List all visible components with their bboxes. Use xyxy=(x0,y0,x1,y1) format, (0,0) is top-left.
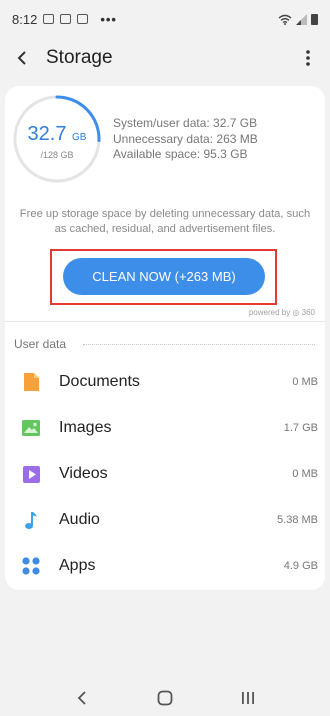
nav-back-button[interactable] xyxy=(67,683,97,713)
more-notifications-indicator: ••• xyxy=(100,11,117,27)
total-storage: /128 GB xyxy=(40,150,74,160)
nav-recents-button[interactable] xyxy=(233,683,263,713)
list-item-value: 4.9 GB xyxy=(283,560,318,572)
app-bar: Storage xyxy=(0,38,330,78)
list-item-value: 1.7 GB xyxy=(283,422,318,434)
used-storage: 32.7 GB xyxy=(13,123,101,146)
storage-card: 32.7 GB /128 GB System/user data: 32.7 G… xyxy=(5,86,325,590)
images-icon xyxy=(21,418,41,438)
mail-notification-icon xyxy=(77,14,89,24)
list-item-label: Apps xyxy=(59,557,96,574)
more-vertical-icon xyxy=(306,50,310,66)
status-bar: 8:12 ••• xyxy=(0,0,330,38)
status-right xyxy=(278,13,318,25)
image-notification-icon xyxy=(43,14,55,24)
user-data-header: User data xyxy=(14,337,67,351)
system-user-data: System/user data: 32.7 GB xyxy=(113,116,258,130)
signal-icon xyxy=(296,13,307,25)
list-item-documents[interactable]: Documents 0 MB xyxy=(5,359,325,405)
videos-icon xyxy=(21,464,41,484)
description-text: Free up storage space by deleting unnece… xyxy=(19,208,311,235)
list-item-images[interactable]: Images 1.7 GB xyxy=(5,405,325,451)
divider xyxy=(5,321,325,322)
used-storage-value: 32.7 xyxy=(27,123,67,145)
back-nav-icon xyxy=(77,691,86,705)
list-item-value: 0 MB xyxy=(292,468,318,480)
available-space: Available space: 95.3 GB xyxy=(113,147,248,161)
status-time: 8:12 xyxy=(12,11,38,27)
wifi-icon xyxy=(278,14,292,25)
storage-info: System/user data: 32.7 GB Unnecessary da… xyxy=(113,116,258,163)
list-item-label: Videos xyxy=(59,465,108,482)
documents-icon xyxy=(21,372,41,392)
list-item-value: 5.38 MB xyxy=(277,514,318,526)
navigation-bar xyxy=(0,680,330,716)
back-arrow-icon xyxy=(17,51,26,65)
list-item-audio[interactable]: Audio 5.38 MB xyxy=(5,497,325,543)
unnecessary-data: Unnecessary data: 263 MB xyxy=(113,131,258,146)
powered-by-label: powered by ◎ 360 xyxy=(248,308,315,317)
clean-now-button[interactable]: CLEAN NOW (+263 MB) xyxy=(63,258,265,295)
nav-home-button[interactable] xyxy=(150,683,180,713)
page-title: Storage xyxy=(46,47,113,68)
list-item-label: Documents xyxy=(59,373,140,390)
battery-icon xyxy=(311,13,318,25)
gallery-notification-icon xyxy=(60,14,72,24)
back-button[interactable] xyxy=(12,48,32,68)
used-storage-unit: GB xyxy=(72,132,87,143)
list-item-value: 0 MB xyxy=(292,376,318,388)
section-divider-dotted xyxy=(83,344,315,345)
list-item-videos[interactable]: Videos 0 MB xyxy=(5,451,325,497)
list-item-label: Audio xyxy=(59,511,100,528)
more-options-button[interactable] xyxy=(298,46,318,70)
status-left: 8:12 ••• xyxy=(12,12,117,27)
list-item-label: Images xyxy=(59,419,112,436)
list-item-apps[interactable]: Apps 4.9 GB xyxy=(5,543,325,589)
home-nav-icon xyxy=(157,690,173,706)
apps-icon xyxy=(21,556,41,576)
user-data-list: Documents 0 MB Images 1.7 GB Videos 0 MB… xyxy=(5,359,325,589)
audio-icon xyxy=(21,510,41,530)
recents-nav-icon xyxy=(242,692,255,704)
